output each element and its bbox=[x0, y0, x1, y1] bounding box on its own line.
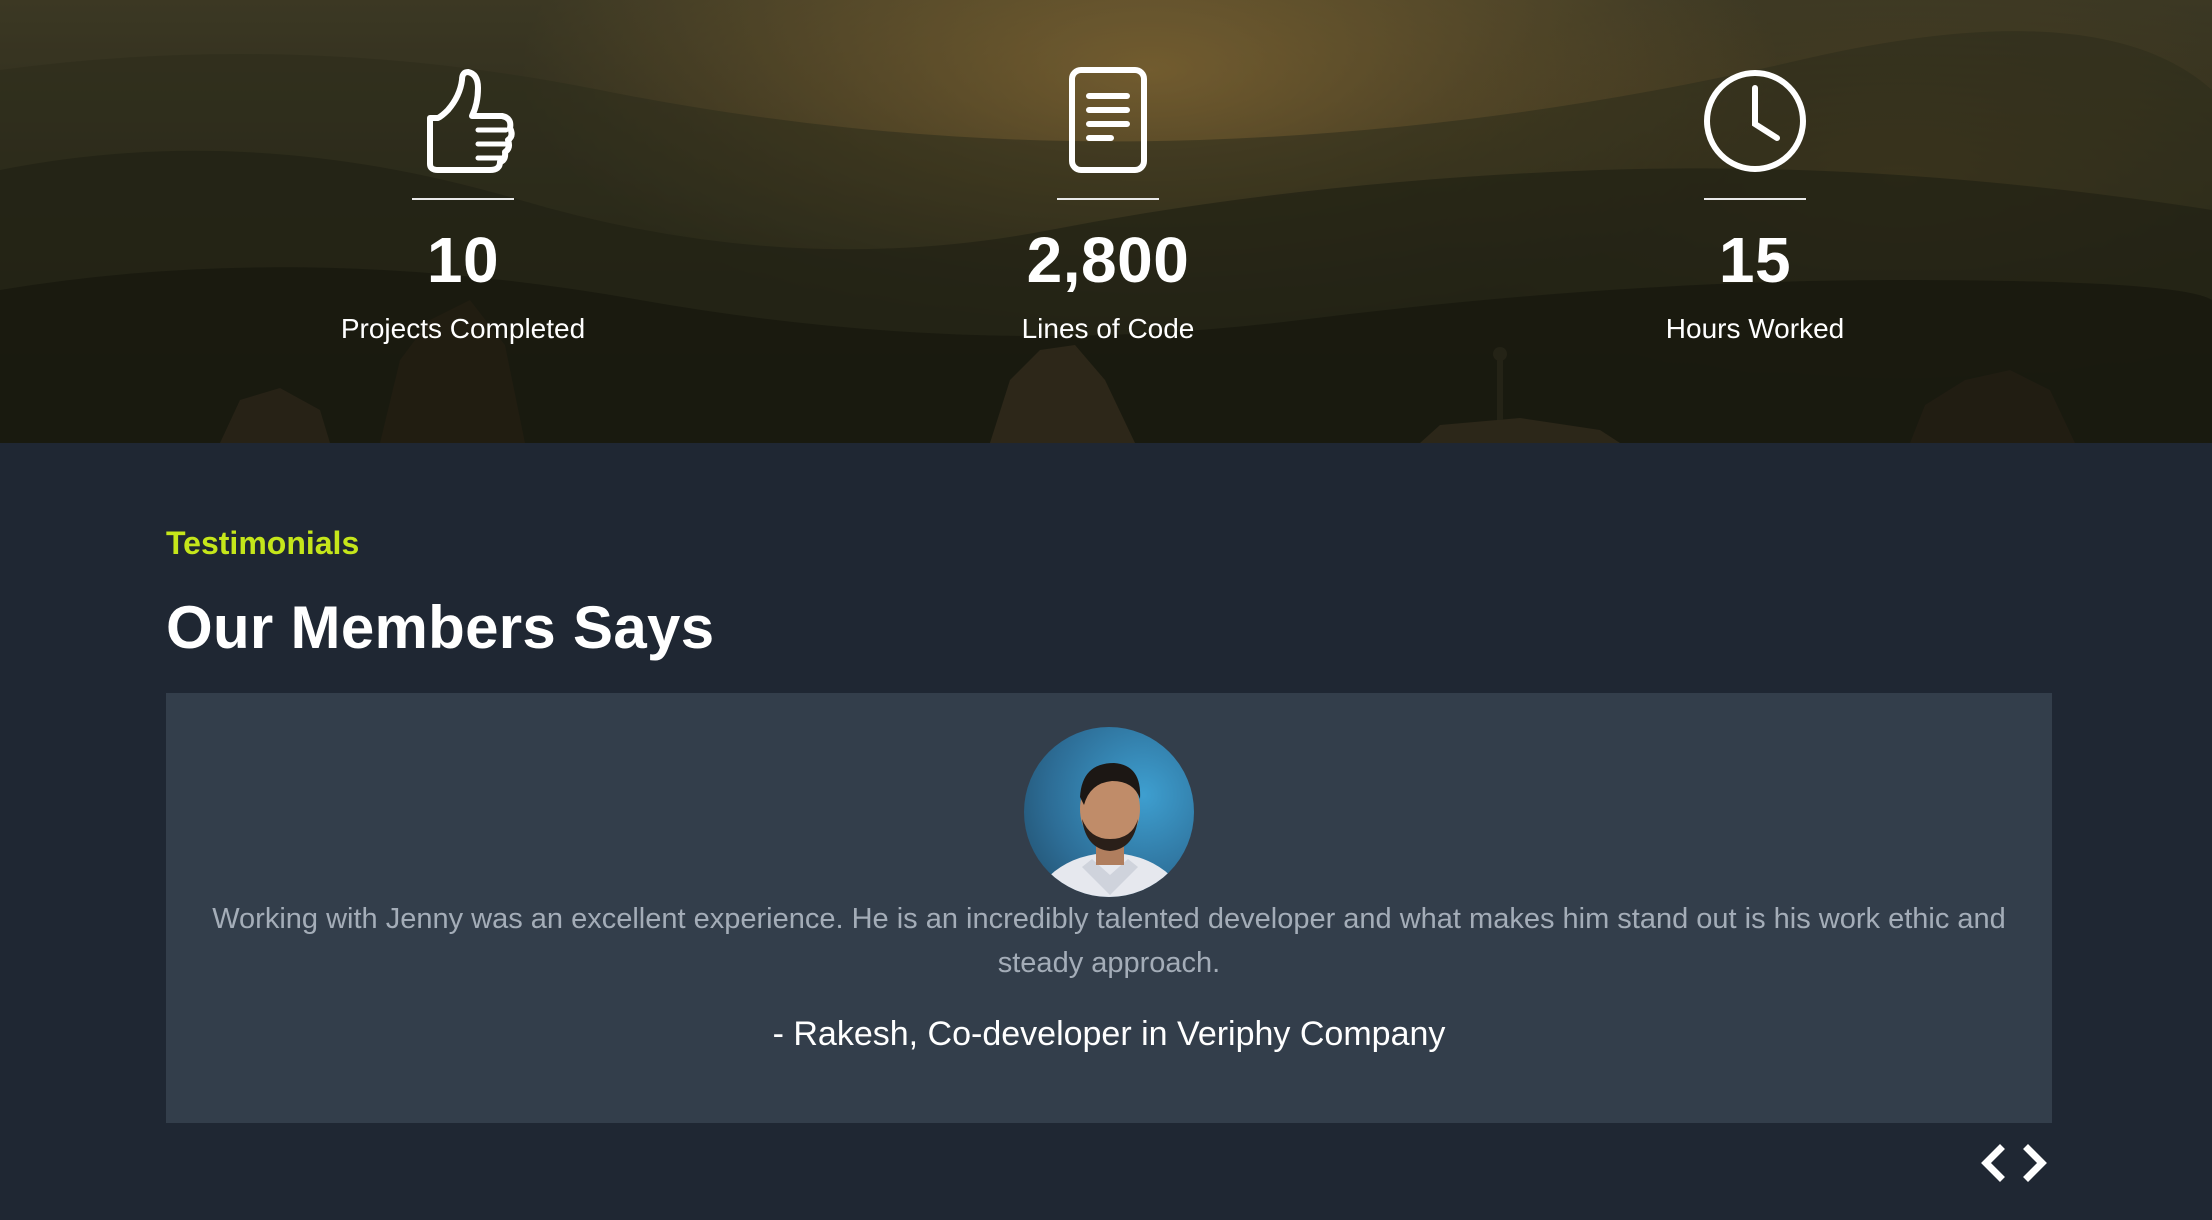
stat-divider bbox=[1704, 198, 1806, 200]
stat-divider bbox=[412, 198, 514, 200]
section-eyebrow: Testimonials bbox=[166, 525, 360, 561]
chevron-left-icon[interactable] bbox=[1976, 1143, 2012, 1183]
stat-value: 10 bbox=[426, 224, 500, 296]
stat-label: Projects Completed bbox=[340, 313, 586, 344]
thumbs-up-icon bbox=[408, 66, 518, 176]
stat-divider bbox=[1057, 198, 1159, 200]
stats-hero: 10 Projects Completed 2,800 Lines of Cod… bbox=[0, 0, 2212, 443]
section-heading: Our Members Says bbox=[166, 594, 715, 661]
stat-value: 15 bbox=[1718, 224, 1792, 296]
stat-projects-completed: 10 Projects Completed bbox=[253, 66, 673, 346]
stat-label: Hours Worked bbox=[1665, 313, 1845, 344]
avatar bbox=[1024, 727, 1194, 897]
chevron-right-icon[interactable] bbox=[2016, 1143, 2052, 1183]
document-icon bbox=[1053, 66, 1163, 176]
stat-value: 2,800 bbox=[1026, 224, 1190, 296]
testimonials-section: Testimonials Our Members Says Working wi… bbox=[0, 443, 2212, 1220]
clock-icon bbox=[1700, 66, 1810, 176]
stat-hours-worked: 15 Hours Worked bbox=[1545, 66, 1965, 346]
testimonial-quote: Working with Jenny was an excellent expe… bbox=[212, 903, 2006, 979]
testimonial-card: Working with Jenny was an excellent expe… bbox=[166, 693, 2052, 1123]
stat-label: Lines of Code bbox=[1021, 313, 1195, 344]
stat-lines-of-code: 2,800 Lines of Code bbox=[898, 66, 1318, 346]
testimonial-author: - Rakesh, Co-developer in Veriphy Compan… bbox=[772, 1015, 1446, 1053]
